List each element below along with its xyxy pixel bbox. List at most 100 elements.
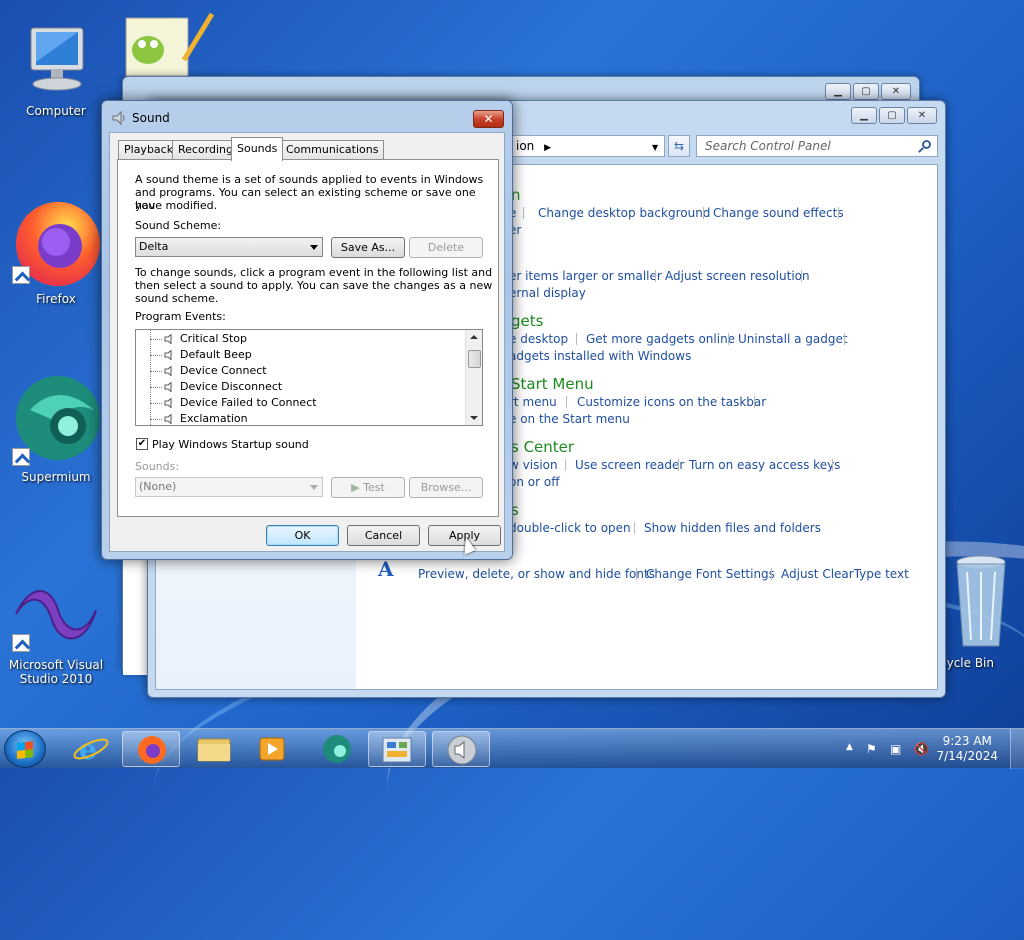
link-change-sound-effects[interactable]: Change sound effects xyxy=(713,206,844,220)
events-scrollbar[interactable] xyxy=(465,330,482,425)
taskbar-sound[interactable] xyxy=(432,731,490,767)
list-item[interactable]: Exclamation xyxy=(150,411,470,425)
minimize-button[interactable]: ▁ xyxy=(825,83,851,100)
dialog-close-button[interactable]: ✕ xyxy=(473,110,504,128)
link-add-gadgets-desktop[interactable]: e desktop xyxy=(509,332,568,346)
breadcrumb-arrow-icon[interactable]: ▶ xyxy=(544,143,551,153)
system-clock[interactable]: 9:23 AM 7/14/2024 xyxy=(936,734,998,764)
show-hidden-icons[interactable]: ▲ xyxy=(846,742,853,752)
link-uninstall-gadget[interactable]: Uninstall a gadget xyxy=(738,332,848,346)
startup-sound-label: Play Windows Startup sound xyxy=(152,438,309,451)
link-preview-fonts[interactable]: Preview, delete, or show and hide fonts xyxy=(418,567,655,581)
link-high-contrast[interactable]: on or off xyxy=(509,475,559,489)
taskbar-media-player[interactable] xyxy=(244,731,302,767)
supermium-icon xyxy=(10,370,102,466)
tab-communications[interactable]: Communications xyxy=(280,140,385,160)
speaker-icon xyxy=(164,382,172,392)
search-input[interactable]: Search Control Panel xyxy=(696,135,938,157)
link-use-screen-reader[interactable]: Use screen reader xyxy=(575,458,684,472)
link-make-items-larger[interactable]: er items larger or smaller xyxy=(509,269,662,283)
taskbar-firefox[interactable] xyxy=(122,731,180,767)
tab-sounds[interactable]: Sounds xyxy=(231,137,284,161)
link-adjust-screen-resolution[interactable]: Adjust screen resolution xyxy=(665,269,810,283)
action-center-flag-icon[interactable]: ⚑ xyxy=(866,742,877,756)
category-title[interactable]: gets xyxy=(511,312,543,330)
close-button[interactable]: ✕ xyxy=(907,107,937,124)
chevron-down-icon xyxy=(310,485,318,490)
taskbar-supermium[interactable] xyxy=(308,731,366,767)
tree-line xyxy=(150,419,162,420)
link-customize-taskbar-icons[interactable]: Customize icons on the taskbar xyxy=(577,395,766,409)
volume-muted-icon[interactable]: 🔇 xyxy=(914,742,929,756)
link-double-click-to-open[interactable]: double-click to open xyxy=(509,521,631,535)
link-optimize-visual-display[interactable]: w vision xyxy=(509,458,558,472)
program-events-list[interactable]: Critical Stop Default Beep Device Connec… xyxy=(135,329,483,426)
desktop-icon-computer[interactable]: Computer xyxy=(8,22,104,118)
minimize-button[interactable]: ▁ xyxy=(851,107,877,124)
taskbar: e ▲ ⚑ ▣ 🔇 9:23 AM 7/14/2024 xyxy=(0,728,1024,769)
desktop-icon-firefox[interactable]: Firefox xyxy=(8,192,104,306)
taskbar-explorer[interactable] xyxy=(186,731,244,767)
network-icon[interactable]: ▣ xyxy=(890,742,901,756)
link-restore-gadgets[interactable]: adgets installed with Windows xyxy=(509,349,691,363)
link-change-picture-start-menu[interactable]: e on the Start menu xyxy=(509,412,630,426)
desktop-icon-visual-studio[interactable]: Microsoft Visual Studio 2010 xyxy=(8,580,104,686)
tab-playback[interactable]: Playback xyxy=(118,140,180,160)
tree-line xyxy=(150,403,162,404)
shortcut-arrow-icon xyxy=(12,266,30,284)
link-external-display[interactable]: ernal display xyxy=(509,286,586,300)
list-item[interactable]: Default Beep xyxy=(150,347,470,363)
show-desktop-button[interactable] xyxy=(1010,729,1024,769)
ok-button[interactable]: OK xyxy=(266,525,339,546)
list-item[interactable]: Device Connect xyxy=(150,363,470,379)
link-show-hidden-files[interactable]: Show hidden files and folders xyxy=(644,521,821,535)
startup-sound-checkbox[interactable]: ✔ xyxy=(136,438,148,450)
link-separator xyxy=(566,396,567,408)
delete-button[interactable]: Delete xyxy=(409,237,483,258)
maximize-button[interactable]: ▢ xyxy=(853,83,879,100)
computer-icon xyxy=(21,22,91,100)
scroll-down-icon[interactable] xyxy=(470,416,478,420)
scroll-up-icon[interactable] xyxy=(470,335,478,339)
link-customize-start-menu[interactable]: rt menu xyxy=(509,395,557,409)
link-change-font-settings[interactable]: Change Font Settings xyxy=(646,567,775,581)
scroll-thumb[interactable] xyxy=(468,350,481,368)
sounds-value: (None) xyxy=(139,480,177,493)
list-item[interactable]: Device Failed to Connect xyxy=(150,395,470,411)
sound-dialog[interactable]: Sound ✕ Playback Recording Sounds Commun… xyxy=(101,100,513,560)
sound-scheme-dropdown[interactable]: Delta xyxy=(135,237,323,257)
taskbar-internet-explorer[interactable]: e xyxy=(62,731,120,767)
save-as-button[interactable]: Save As... xyxy=(331,237,405,258)
category-title[interactable]: s Center xyxy=(511,438,574,456)
clock-time: 9:23 AM xyxy=(942,734,992,748)
event-label: Exclamation xyxy=(180,412,248,425)
list-item[interactable]: Critical Stop xyxy=(150,331,470,347)
search-placeholder: Search Control Panel xyxy=(705,139,831,153)
speaker-icon xyxy=(164,366,172,376)
link-separator xyxy=(832,459,833,471)
search-icon[interactable] xyxy=(922,140,931,149)
link-separator xyxy=(728,333,729,345)
list-item[interactable]: Device Disconnect xyxy=(150,379,470,395)
test-button[interactable]: ▶ Test xyxy=(331,477,405,498)
link-get-more-gadgets[interactable]: Get more gadgets online xyxy=(586,332,735,346)
browse-button[interactable]: Browse... xyxy=(409,477,483,498)
close-button[interactable]: ✕ xyxy=(881,83,911,100)
refresh-button[interactable]: ⇆ xyxy=(668,135,690,157)
cancel-button[interactable]: Cancel xyxy=(347,525,420,546)
link-change-desktop-background[interactable]: Change desktop background xyxy=(538,206,710,220)
desktop-icon-supermium[interactable]: Supermium xyxy=(8,370,104,484)
link-easy-access-keys[interactable]: Turn on easy access keys xyxy=(689,458,840,472)
dialog-title: Sound xyxy=(132,111,170,125)
sounds-dropdown[interactable]: (None) xyxy=(135,477,323,497)
start-button[interactable] xyxy=(4,730,46,768)
category-title[interactable]: Start Menu xyxy=(511,375,594,393)
tab-recording[interactable]: Recording xyxy=(172,140,240,160)
clock-date: 7/14/2024 xyxy=(936,749,998,763)
link-adjust-cleartype[interactable]: Adjust ClearType text xyxy=(781,567,909,581)
desktop-icon-notepad-plus[interactable] xyxy=(124,10,215,80)
fonts-icon[interactable]: A xyxy=(378,557,402,581)
maximize-button[interactable]: ▢ xyxy=(879,107,905,124)
address-dropdown-icon[interactable]: ▼ xyxy=(652,143,658,152)
taskbar-control-panel[interactable] xyxy=(368,731,426,767)
